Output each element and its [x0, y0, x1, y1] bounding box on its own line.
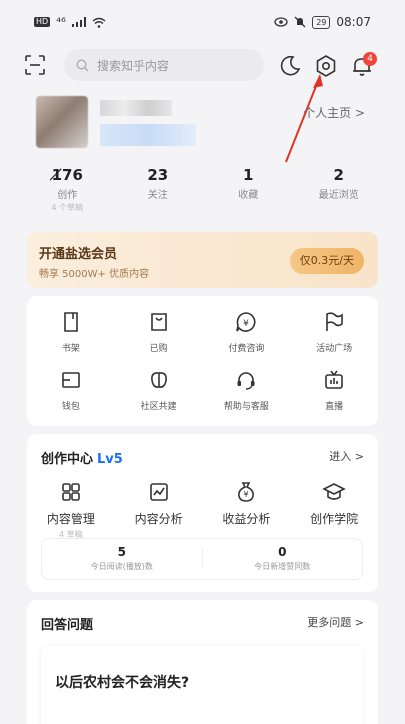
signal-icon: ⁴⁶ [56, 15, 66, 29]
more-questions-link[interactable]: 更多问题 > [307, 614, 364, 630]
search-input[interactable]: 搜索知乎内容 [64, 49, 264, 81]
grid-icon [62, 483, 80, 501]
purchased-icon [150, 313, 167, 331]
user-tag-blurred [100, 124, 196, 146]
stat-following[interactable]: 23 关注 [113, 166, 204, 210]
stat-creation[interactable]: 1̸76 创作 4 个草稿 [22, 166, 113, 212]
battery-icon: 29 [312, 15, 331, 29]
service-paid-consult[interactable]: ¥ 付费咨询 [203, 310, 291, 368]
service-community[interactable]: 社区共建 [115, 368, 203, 426]
services-card: 书架 已购 ¥ 付费咨询 活动广场 钱包 社区共建 帮助与客服 直播 [27, 296, 378, 426]
live-icon [325, 370, 343, 389]
money-bag-icon: ¥ [238, 482, 255, 502]
scan-icon[interactable] [24, 54, 46, 76]
notification-badge: 4 [363, 52, 377, 66]
question-title: 以后农村会不会消失? [55, 675, 190, 691]
creation-center-title: 创作中心 Lv5 [41, 452, 123, 467]
username-blurred [100, 100, 172, 116]
service-activity[interactable]: 活动广场 [290, 310, 378, 368]
bookshelf-icon [64, 312, 78, 332]
vip-banner[interactable]: 开通盐选会员 畅享 5000W+ 优质内容 仅0.3元/天 [27, 232, 378, 288]
signal-bars-icon [71, 17, 86, 27]
flag-icon [326, 312, 343, 331]
wallet-icon [62, 372, 80, 388]
stat-recent[interactable]: 2 最近浏览 [294, 166, 385, 210]
tool-content-management[interactable]: 内容管理 4 草稿 [27, 480, 115, 540]
wifi-icon [92, 17, 106, 28]
top-bar: 搜索知乎内容 [0, 46, 405, 86]
service-purchased[interactable]: 已购 [115, 310, 203, 368]
creation-center-card: 创作中心 Lv5 进入 > 内容管理 4 草稿 内容分析 ¥ 收益分析 创作学院 … [27, 434, 378, 592]
tool-earnings-analysis[interactable]: ¥ 收益分析 [203, 480, 291, 540]
search-placeholder: 搜索知乎内容 [97, 58, 170, 73]
community-icon [150, 372, 167, 388]
paid-consult-icon: ¥ [236, 312, 256, 332]
graduation-cap-icon [322, 483, 346, 500]
service-help[interactable]: 帮助与客服 [203, 368, 291, 426]
search-icon [76, 59, 89, 71]
stats-row: 1̸76 创作 4 个草稿 23 关注 1 收藏 2 最近浏览 [22, 166, 385, 212]
today-likes: 0 今日新增赞同数 [254, 545, 311, 571]
stat-favorites[interactable]: 1 收藏 [203, 166, 294, 210]
answer-questions-card: 回答问题 更多问题 > 以后农村会不会消失? [27, 600, 378, 724]
question-card[interactable]: 以后农村会不会消失? [41, 646, 363, 724]
avatar[interactable] [36, 96, 88, 148]
headset-icon [237, 372, 255, 390]
svg-text:¥: ¥ [244, 490, 249, 499]
service-bookshelf[interactable]: 书架 [27, 310, 115, 368]
creator-level-badge: Lv5 [97, 452, 123, 467]
service-live[interactable]: 直播 [290, 368, 378, 426]
hd-icon: HD [34, 17, 51, 27]
personal-homepage-link[interactable]: 个人主页 > [303, 104, 365, 121]
vip-title: 开通盐选会员 [39, 247, 118, 262]
today-stats[interactable]: 5 今日阅读(播放)数 0 今日新增赞同数 [41, 538, 363, 580]
today-reads: 5 今日阅读(播放)数 [90, 545, 153, 571]
tool-creator-academy[interactable]: 创作学院 [290, 480, 378, 540]
answer-section-title: 回答问题 [41, 618, 94, 633]
svg-text:¥: ¥ [244, 319, 250, 329]
mute-icon [294, 16, 306, 28]
vip-subtitle: 畅享 5000W+ 优质内容 [39, 269, 150, 280]
eye-icon [274, 17, 288, 27]
status-time: 08:07 [336, 15, 371, 29]
tool-content-analysis[interactable]: 内容分析 [115, 480, 203, 540]
chart-icon [149, 483, 168, 501]
status-bar: HD ⁴⁶ 29 08:07 [0, 0, 405, 44]
vip-price-button[interactable]: 仅0.3元/天 [289, 248, 364, 274]
service-wallet[interactable]: 钱包 [27, 368, 115, 426]
creation-enter-link[interactable]: 进入 > [329, 448, 364, 464]
